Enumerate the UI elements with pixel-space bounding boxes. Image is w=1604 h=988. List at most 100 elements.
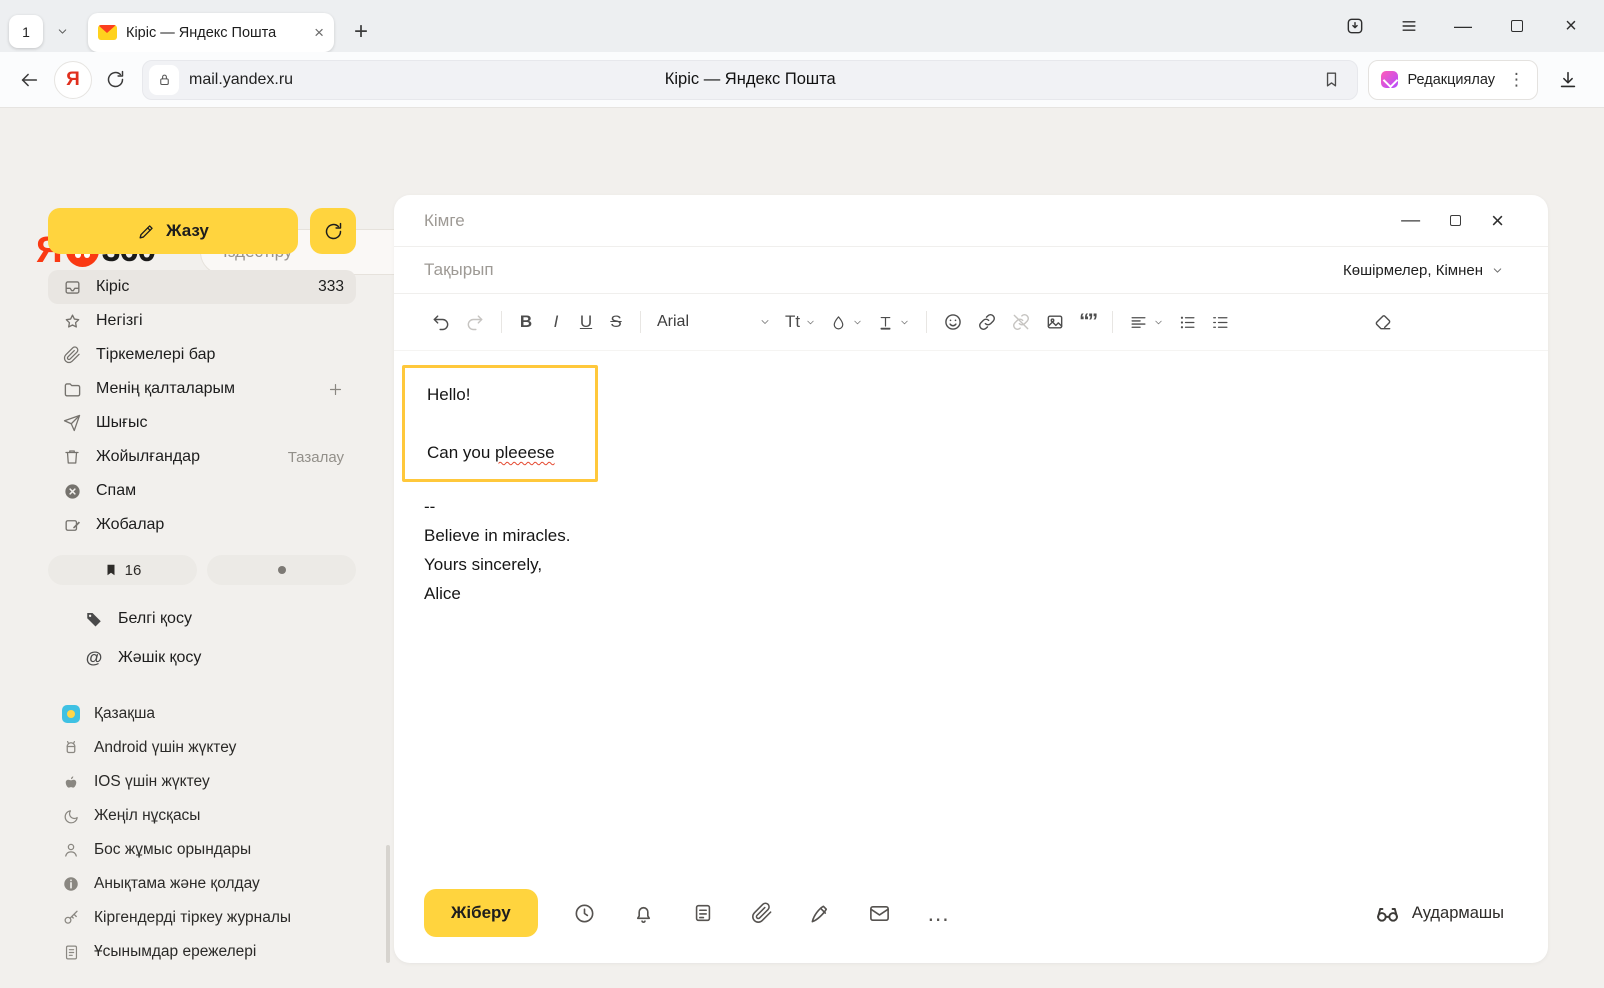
envelope-icon[interactable]	[868, 901, 892, 925]
cc-from-toggle[interactable]: Көшірмелер, Кімнен	[1343, 262, 1504, 279]
add-folder-icon[interactable]	[327, 381, 344, 398]
reminder-bell-icon[interactable]	[632, 901, 656, 925]
browser-tab-strip: 1 Кіріс — Яндекс Пошта × + — ×	[0, 0, 1604, 52]
add-mailbox-item[interactable]: @ Жәшік қосу	[48, 638, 356, 677]
to-input[interactable]	[424, 211, 1401, 231]
back-button[interactable]	[14, 65, 44, 95]
compose-minimize-icon[interactable]: —	[1401, 211, 1420, 230]
text-color-icon	[877, 314, 894, 331]
translator-button[interactable]: Аудармашы	[1374, 900, 1504, 927]
signature-line: Alice	[424, 579, 1518, 608]
ssl-lock-icon[interactable]	[149, 65, 179, 95]
insert-link-button[interactable]	[970, 306, 1004, 338]
sidebar-item-trash[interactable]: Жойылғандар Тазалау	[48, 440, 356, 474]
highlighted-text-region: Hello! Can you pleeese	[402, 365, 598, 482]
quote-button[interactable]: “”	[1072, 306, 1103, 338]
compose-expand-icon[interactable]	[1450, 215, 1461, 226]
chevron-down-icon	[1491, 264, 1504, 277]
language-link[interactable]: Қазақша	[48, 697, 356, 731]
downloads-button[interactable]	[1546, 60, 1590, 100]
underline-button[interactable]: U	[571, 306, 601, 338]
signature-line: Believe in miracles.	[424, 521, 1518, 550]
trash-icon	[62, 447, 82, 467]
person-icon	[62, 841, 80, 859]
font-size-select[interactable]: Tt	[778, 306, 823, 338]
align-button[interactable]	[1122, 306, 1171, 338]
at-sign-icon: @	[84, 648, 104, 668]
sidebar-footer-links: Қазақша Android үшін жүктеу IOS үшін жүк…	[48, 697, 356, 969]
sidebar-item-drafts[interactable]: Жобалар	[48, 508, 356, 542]
folder-icon	[62, 379, 82, 399]
tab-group-button[interactable]: 1	[9, 15, 43, 48]
bookmark-icon[interactable]	[1322, 70, 1341, 89]
yandex-logo-letter: Я	[66, 69, 80, 91]
compose-footer: Жіберу … Аудармашы	[424, 889, 1504, 937]
clear-trash-link[interactable]: Тазалау	[288, 449, 344, 466]
android-download-link[interactable]: Android үшін жүктеу	[48, 731, 356, 765]
attach-file-icon[interactable]	[750, 901, 774, 925]
login-journal-link[interactable]: Кіргендерді тіркеу журналы	[48, 901, 356, 935]
redo-button[interactable]	[458, 306, 492, 338]
downloads-panel-icon[interactable]	[1328, 0, 1382, 52]
sidebar-item-inbox[interactable]: Кіріс 333	[48, 270, 356, 304]
refresh-icon	[323, 221, 344, 242]
font-family-select[interactable]: Arial	[650, 306, 778, 338]
yandex-logo-button[interactable]: Я	[54, 61, 92, 99]
clear-formatting-button[interactable]	[1366, 306, 1400, 338]
strikethrough-button[interactable]: S	[601, 306, 631, 338]
address-bar[interactable]: mail.yandex.ru Кіріс — Яндекс Пошта	[142, 60, 1358, 100]
kazakh-flag-icon	[62, 705, 80, 723]
remove-link-button[interactable]	[1004, 306, 1038, 338]
template-icon[interactable]	[691, 901, 715, 925]
browser-tab[interactable]: Кіріс — Яндекс Пошта ×	[88, 13, 334, 52]
tab-close-icon[interactable]: ×	[314, 24, 324, 41]
editor-button[interactable]: Редакциялау ⋮	[1368, 60, 1538, 100]
highlight-color-button[interactable]	[823, 306, 870, 338]
emoji-button[interactable]	[936, 306, 970, 338]
italic-button[interactable]: I	[541, 306, 571, 338]
send-button[interactable]: Жіберу	[424, 889, 538, 937]
message-body-editor[interactable]: Hello! Can you pleeese -- Believe in mir…	[394, 351, 1548, 608]
sidebar-item-with-attachments[interactable]: Тіркемелері бар	[48, 338, 356, 372]
bullet-list-button[interactable]	[1171, 306, 1204, 338]
bold-button[interactable]: B	[511, 306, 541, 338]
undo-button[interactable]	[424, 306, 458, 338]
paperclip-icon	[62, 345, 82, 365]
new-tab-button[interactable]: +	[345, 15, 377, 48]
text-color-button[interactable]	[870, 306, 917, 338]
compose-button[interactable]: Жазу	[48, 208, 298, 254]
light-version-link[interactable]: Жеңіл нұсқасы	[48, 799, 356, 833]
ios-download-link[interactable]: IOS үшін жүктеу	[48, 765, 356, 799]
reload-button[interactable]	[100, 65, 130, 95]
window-minimize-icon[interactable]: —	[1436, 0, 1490, 52]
vacancies-link[interactable]: Бос жұмыс орындары	[48, 833, 356, 867]
subject-input[interactable]	[424, 260, 1343, 280]
tags-filter-pill[interactable]: 16	[48, 555, 197, 585]
tab-group-chevron-button[interactable]	[46, 15, 78, 48]
refresh-mail-button[interactable]	[310, 208, 356, 254]
more-options-icon[interactable]: ⋮	[1504, 70, 1529, 90]
browser-menu-icon[interactable]	[1382, 0, 1436, 52]
sidebar-item-sent[interactable]: Шығыс	[48, 406, 356, 440]
insert-image-button[interactable]	[1038, 306, 1072, 338]
address-bar-page-title: Кіріс — Яндекс Пошта	[665, 70, 836, 89]
tag-icon	[84, 609, 104, 629]
sidebar-item-primary[interactable]: Негізгі	[48, 304, 356, 338]
compose-close-icon[interactable]: ×	[1491, 210, 1504, 232]
misspelled-word: pleeese	[495, 443, 555, 462]
sidebar-item-my-folders[interactable]: Менің қалталарым	[48, 372, 356, 406]
window-maximize-icon[interactable]	[1490, 0, 1544, 52]
sidebar-scrollbar[interactable]	[386, 845, 390, 963]
url-text: mail.yandex.ru	[189, 71, 293, 89]
signature-pen-icon[interactable]	[809, 901, 833, 925]
sidebar-item-spam[interactable]: Спам	[48, 474, 356, 508]
dot-filter-pill[interactable]	[207, 555, 356, 585]
help-support-link[interactable]: Анықтама және қолдау	[48, 867, 356, 901]
numbered-list-button[interactable]	[1204, 306, 1237, 338]
window-close-icon[interactable]: ×	[1544, 0, 1598, 52]
chevron-down-icon	[899, 317, 910, 328]
schedule-send-icon[interactable]	[573, 901, 597, 925]
inbox-count: 333	[318, 278, 344, 296]
recommendation-rules-link[interactable]: Ұсынымдар ережелері	[48, 935, 356, 969]
add-label-item[interactable]: Белгі қосу	[48, 599, 356, 638]
